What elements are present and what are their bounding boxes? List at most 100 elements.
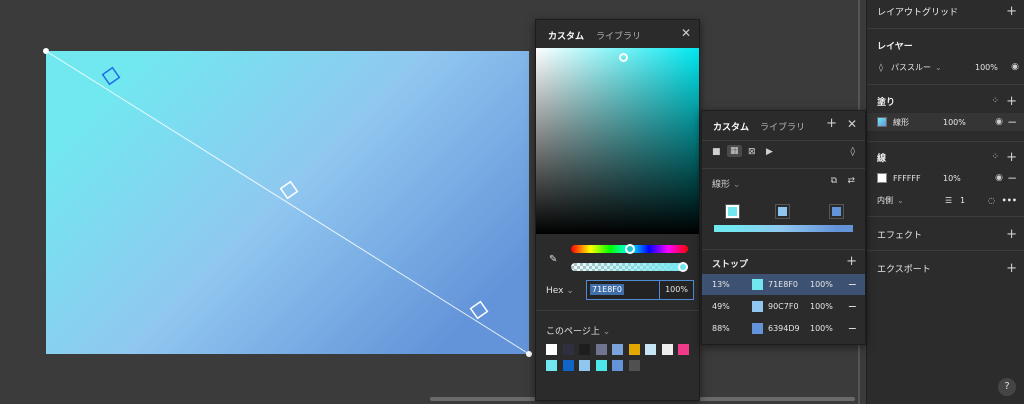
stop-swatch[interactable] (752, 323, 763, 334)
remove-stop-button[interactable]: − (848, 300, 857, 313)
color-swatch[interactable] (546, 344, 557, 355)
gradient-stop-marker[interactable] (829, 204, 844, 219)
rotate-icon[interactable]: ⧉ (831, 176, 837, 186)
solid-fill-icon[interactable]: ■ (712, 147, 721, 157)
fill-type[interactable]: 線形 (893, 117, 909, 128)
help-button[interactable]: ? (998, 378, 1016, 396)
hex-value[interactable]: 71E8F0 (590, 284, 625, 295)
gradient-panel: カスタム ライブラリ + ✕ ■ ▦ ⊠ ▶ ◊ 線形 ⌄ ⧉ ⇄ ストップ +… (701, 110, 866, 345)
color-swatch[interactable] (628, 344, 640, 355)
eye-icon[interactable]: ◉ (1011, 62, 1019, 72)
add-effect-button[interactable]: + (1006, 227, 1017, 242)
remove-stop-button[interactable]: − (848, 322, 857, 335)
stop-opacity[interactable]: 100% (810, 280, 833, 289)
tab-custom[interactable]: カスタム (548, 29, 584, 42)
alpha-slider[interactable] (571, 263, 688, 271)
tab-library[interactable]: ライブラリ (760, 120, 805, 133)
remove-stop-button[interactable]: − (848, 278, 857, 291)
chevron-down-icon: ⌄ (732, 180, 741, 190)
styles-grid-icon[interactable]: ⁘ (991, 96, 998, 106)
color-format-select[interactable]: Hex ⌄ (546, 286, 574, 296)
add-style-button[interactable]: + (826, 116, 837, 131)
alpha-slider-knob[interactable] (678, 262, 688, 272)
eye-icon[interactable]: ◉ (995, 173, 1003, 183)
fill-swatch[interactable] (877, 117, 887, 127)
add-stroke-button[interactable]: + (1006, 150, 1017, 165)
color-swatch[interactable] (579, 360, 590, 371)
close-icon[interactable]: ✕ (847, 117, 857, 131)
stop-row[interactable]: 49% 90C7F0 100% − (702, 296, 865, 317)
add-layout-grid-button[interactable]: + (1006, 4, 1017, 19)
add-fill-button[interactable]: + (1006, 94, 1017, 109)
color-swatch[interactable] (678, 344, 689, 355)
stroke-opacity[interactable]: 10% (943, 174, 961, 183)
stop-position[interactable]: 13% (712, 280, 730, 289)
stroke-swatch[interactable] (877, 173, 887, 183)
layer-title: レイヤー (877, 41, 913, 52)
color-swatch[interactable] (612, 344, 623, 355)
stop-position[interactable]: 88% (712, 324, 730, 333)
image-fill-icon[interactable]: ⊠ (748, 147, 756, 157)
stop-hex[interactable]: 90C7F0 (768, 302, 799, 311)
add-export-button[interactable]: + (1006, 261, 1017, 276)
fill-opacity[interactable]: 100% (943, 118, 966, 127)
chevron-down-icon[interactable]: ⌄ (897, 196, 904, 205)
hex-input[interactable]: 71E8F0 100% (586, 280, 694, 300)
saturation-value-field[interactable] (536, 48, 699, 234)
color-swatch[interactable] (628, 360, 640, 371)
more-options-icon[interactable]: ••• (1002, 196, 1017, 205)
stop-swatch[interactable] (752, 279, 763, 290)
color-swatch[interactable] (595, 344, 607, 355)
stroke-weight[interactable]: 1 (960, 196, 965, 205)
video-fill-icon[interactable]: ▶ (766, 147, 773, 157)
fill-row[interactable]: 線形 100% ◉ − (867, 113, 1024, 131)
stroke-settings-icon[interactable]: ◌ (988, 196, 995, 205)
chevron-down-icon[interactable]: ⌄ (935, 63, 942, 72)
blend-mode-select[interactable]: パススルー (891, 62, 931, 73)
gradient-stop-marker[interactable] (725, 204, 740, 219)
stop-hex[interactable]: 71E8F0 (768, 280, 798, 289)
color-swatch[interactable] (645, 344, 656, 355)
stroke-hex[interactable]: FFFFFF (893, 174, 921, 183)
color-swatch[interactable] (579, 344, 590, 355)
add-stop-button[interactable]: + (846, 254, 857, 269)
remove-stroke-button[interactable]: − (1007, 171, 1017, 185)
color-swatch[interactable] (562, 360, 574, 371)
alpha-input[interactable]: 100% (659, 281, 693, 299)
color-picker-panel: カスタム ライブラリ ✕ ✎ Hex ⌄ 71E8F0 100% このページ上 … (535, 19, 700, 401)
blend-mode-icon[interactable]: ◊ (851, 147, 855, 157)
stop-opacity[interactable]: 100% (810, 324, 833, 333)
hue-slider-knob[interactable] (625, 244, 635, 254)
color-swatch[interactable] (595, 360, 607, 371)
stop-opacity[interactable]: 100% (810, 302, 833, 311)
page-colors-select[interactable]: このページ上 ⌄ (546, 324, 610, 337)
stop-row[interactable]: 88% 6394D9 100% − (702, 318, 865, 339)
chevron-down-icon: ⌄ (602, 327, 611, 337)
eyedropper-icon[interactable]: ✎ (549, 254, 557, 265)
styles-grid-icon[interactable]: ⁘ (991, 152, 998, 162)
stop-hex[interactable]: 6394D9 (768, 324, 800, 333)
chevron-down-icon: ⌄ (566, 286, 574, 296)
tab-library[interactable]: ライブラリ (596, 29, 641, 42)
layer-opacity[interactable]: 100% (975, 63, 998, 72)
stop-swatch[interactable] (752, 301, 763, 312)
stop-position[interactable]: 49% (712, 302, 730, 311)
tab-custom[interactable]: カスタム (713, 120, 749, 133)
gradient-preview-bar[interactable] (714, 225, 853, 232)
gradient-stop-marker[interactable] (775, 204, 790, 219)
layout-grid-title: レイアウトグリッド (877, 7, 959, 18)
remove-fill-button[interactable]: − (1007, 115, 1017, 129)
stop-row[interactable]: 13% 71E8F0 100% − (702, 274, 865, 295)
gradient-type-select[interactable]: 線形 ⌄ (712, 177, 740, 190)
close-icon[interactable]: ✕ (681, 26, 691, 40)
stroke-position-select[interactable]: 内側 (877, 195, 893, 206)
gradient-fill-icon[interactable]: ▦ (727, 145, 742, 157)
gradient-rectangle[interactable] (46, 51, 529, 354)
color-picker-knob[interactable] (619, 53, 628, 62)
eye-icon[interactable]: ◉ (995, 117, 1003, 127)
color-swatch[interactable] (661, 344, 673, 355)
color-swatch[interactable] (612, 360, 623, 371)
color-swatch[interactable] (562, 344, 574, 355)
flip-icon[interactable]: ⇄ (847, 176, 855, 186)
color-swatch[interactable] (546, 360, 557, 371)
